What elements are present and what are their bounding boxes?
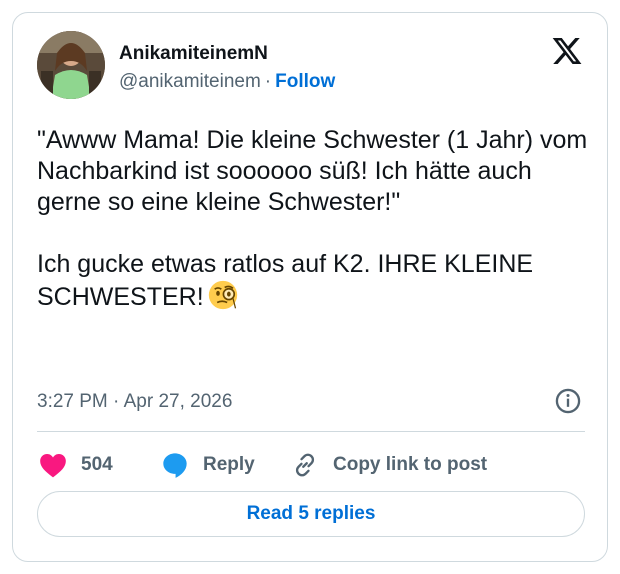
like-count: 504 — [81, 454, 113, 475]
face-with-monocle-icon — [208, 280, 237, 310]
post-time: 3:27 PM — [37, 391, 108, 412]
divider — [37, 431, 585, 432]
post-timestamp[interactable]: 3:27 PM · Apr 27, 2026 — [37, 391, 232, 413]
post-body: "Awww Mama! Die kleine Schwester (1 Jahr… — [37, 125, 589, 313]
author-avatar[interactable] — [37, 31, 105, 99]
speech-bubble-icon — [163, 453, 187, 478]
avatar-image — [37, 31, 105, 99]
author-handle-row: @anikamiteinem · Follow — [119, 71, 335, 93]
copy-link-label: Copy link to post — [333, 454, 488, 475]
handle-separator: · — [264, 71, 272, 92]
like-button[interactable]: 504 — [39, 449, 113, 481]
reply-label: Reply — [203, 454, 255, 475]
info-icon[interactable] — [554, 387, 582, 415]
follow-link[interactable]: Follow — [275, 71, 335, 92]
embedded-post-card: AnikamiteinemN @anikamiteinem · Follow "Aw… — [12, 12, 608, 562]
author-handle[interactable]: @anikamiteinem — [119, 71, 261, 92]
copy-link-button[interactable]: Copy link to post — [291, 449, 487, 481]
post-text: "Awww Mama! Die kleine Schwester (1 Jahr… — [37, 126, 588, 311]
author-display-name[interactable]: AnikamiteinemN — [119, 43, 268, 65]
read-replies-button[interactable]: Read 5 replies — [37, 491, 585, 537]
x-logo-icon[interactable] — [550, 35, 584, 67]
post-date: Apr 27, 2026 — [123, 391, 233, 412]
heart-icon — [40, 454, 66, 478]
link-icon — [295, 453, 315, 477]
reply-button[interactable]: Reply — [161, 449, 255, 481]
timestamp-separator: · — [113, 391, 120, 412]
